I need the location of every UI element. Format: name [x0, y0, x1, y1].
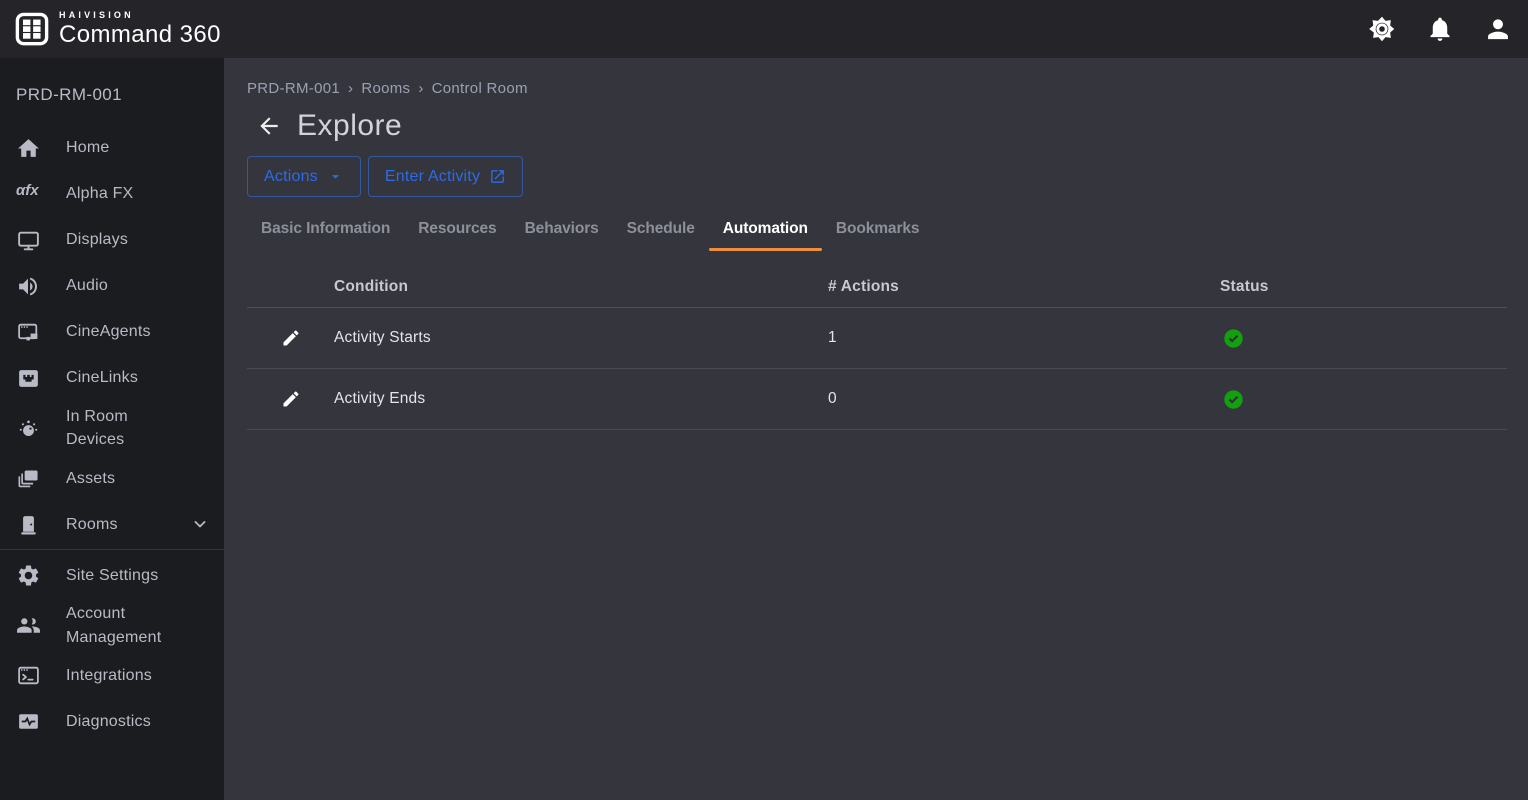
column-header-status: Status	[1220, 267, 1507, 308]
settings-icon[interactable]	[1368, 15, 1396, 43]
sidebar-item-in-room-devices[interactable]: In Room Devices	[0, 401, 224, 455]
status-check-circle-icon	[1223, 389, 1244, 410]
account-management-icon	[16, 613, 41, 638]
cinelinks-icon	[16, 366, 41, 391]
sidebar-item-cinelinks[interactable]: CineLinks	[0, 355, 224, 401]
tab-behaviors[interactable]: Behaviors	[511, 214, 613, 251]
sidebar-item-label: Rooms	[66, 513, 118, 536]
column-header-actions: # Actions	[828, 267, 1220, 308]
sidebar-item-label: Home	[66, 136, 109, 159]
table-row-status-cell	[1220, 308, 1507, 369]
breadcrumb-separator: ›	[348, 80, 353, 97]
tab-resources[interactable]: Resources	[404, 214, 510, 251]
sidebar-item-label: CineLinks	[66, 366, 138, 389]
breadcrumb-item-control-room[interactable]: Control Room	[432, 80, 528, 97]
breadcrumb-separator: ›	[418, 80, 423, 97]
app-root: HAIVISION Command 360	[0, 0, 1528, 800]
sidebar-item-cineagents[interactable]: CineAgents	[0, 309, 224, 355]
integrations-terminal-icon	[16, 663, 41, 688]
cineagents-icon	[16, 320, 41, 345]
table-row-actions-count: 0	[828, 369, 1220, 430]
actions-button-label: Actions	[264, 168, 318, 186]
sidebar-item-alpha-fx[interactable]: αfx Alpha FX	[0, 171, 224, 217]
edit-pencil-icon[interactable]	[281, 328, 301, 348]
tab-bar: Basic Information Resources Behaviors Sc…	[247, 214, 1507, 251]
breadcrumb: PRD-RM-001 › Rooms › Control Room	[247, 80, 1507, 97]
in-room-devices-icon	[16, 416, 41, 441]
sidebar: PRD-RM-001 Home αfx Alpha FX	[0, 58, 224, 800]
sidebar-item-diagnostics[interactable]: Diagnostics	[0, 699, 224, 745]
haivision-logo-icon	[14, 11, 50, 47]
column-header-condition: Condition	[334, 267, 828, 308]
audio-icon	[16, 274, 41, 299]
tab-bookmarks[interactable]: Bookmarks	[822, 214, 934, 251]
enter-activity-button-label: Enter Activity	[385, 168, 480, 186]
automation-table: Condition # Actions Status Activity Star…	[247, 267, 1507, 430]
sidebar-item-label: Alpha FX	[66, 182, 133, 205]
main-content: PRD-RM-001 › Rooms › Control Room Explor…	[224, 58, 1528, 800]
brand[interactable]: HAIVISION Command 360	[14, 11, 221, 47]
sidebar-item-label: CineAgents	[66, 320, 151, 343]
edit-pencil-icon[interactable]	[281, 389, 301, 409]
sidebar-item-displays[interactable]: Displays	[0, 217, 224, 263]
diagnostics-icon	[16, 709, 41, 734]
chevron-down-icon[interactable]	[190, 514, 210, 534]
sidebar-item-integrations[interactable]: Integrations	[0, 653, 224, 699]
page-title: Explore	[297, 109, 402, 143]
sidebar-item-label: In Room Devices	[66, 405, 184, 451]
sidebar-item-label: Audio	[66, 274, 108, 297]
sidebar-item-assets[interactable]: Assets	[0, 455, 224, 501]
sidebar-item-site-settings[interactable]: Site Settings	[0, 552, 224, 598]
displays-icon	[16, 228, 41, 253]
table-row-status-cell	[1220, 369, 1507, 430]
sidebar-item-account-management[interactable]: Account Management	[0, 598, 224, 652]
home-icon	[16, 136, 41, 161]
sidebar-item-label: Diagnostics	[66, 710, 151, 733]
sidebar-secondary-nav: Site Settings Account Management	[0, 552, 224, 744]
back-button[interactable]	[256, 113, 282, 139]
account-icon[interactable]	[1484, 15, 1512, 43]
product-name: Command 360	[59, 23, 221, 47]
table-row-actions-count: 1	[828, 308, 1220, 369]
breadcrumb-item-rooms[interactable]: Rooms	[361, 80, 410, 97]
status-check-circle-icon	[1223, 328, 1244, 349]
table-row-condition: Activity Ends	[334, 369, 828, 430]
sidebar-item-audio[interactable]: Audio	[0, 263, 224, 309]
sidebar-item-label: Integrations	[66, 664, 152, 687]
sidebar-item-home[interactable]: Home	[0, 125, 224, 171]
table-row-edit-cell	[247, 308, 334, 369]
tab-basic-information[interactable]: Basic Information	[247, 214, 404, 251]
caret-down-icon	[327, 168, 344, 185]
table-row-edit-cell	[247, 369, 334, 430]
sidebar-item-label: Assets	[66, 467, 115, 490]
title-row: Explore	[256, 109, 1507, 143]
sidebar-divider	[0, 549, 224, 550]
top-header: HAIVISION Command 360	[0, 0, 1528, 58]
breadcrumb-item-room[interactable]: PRD-RM-001	[247, 80, 340, 97]
brand-text: HAIVISION Command 360	[59, 11, 221, 47]
actions-button[interactable]: Actions	[247, 156, 361, 197]
sidebar-item-label: Site Settings	[66, 564, 158, 587]
alpha-fx-icon: αfx	[16, 182, 41, 207]
rooms-icon	[16, 512, 41, 537]
table-row-condition: Activity Starts	[334, 308, 828, 369]
action-buttons-row: Actions Enter Activity	[247, 156, 1507, 197]
tab-schedule[interactable]: Schedule	[613, 214, 709, 251]
external-link-icon	[489, 168, 506, 185]
tab-automation[interactable]: Automation	[709, 214, 822, 251]
site-settings-gear-icon	[16, 563, 41, 588]
notifications-icon[interactable]	[1426, 15, 1454, 43]
header-actions	[1368, 15, 1512, 43]
sidebar-item-label: Account Management	[66, 602, 184, 648]
brand-name: HAIVISION	[59, 11, 221, 20]
enter-activity-button[interactable]: Enter Activity	[368, 156, 523, 197]
assets-icon	[16, 466, 41, 491]
sidebar-item-label: Displays	[66, 228, 128, 251]
sidebar-item-rooms[interactable]: Rooms	[0, 501, 224, 547]
sidebar-room-title: PRD-RM-001	[0, 58, 224, 125]
column-header-edit	[247, 267, 334, 308]
sidebar-primary-nav: Home αfx Alpha FX Displays	[0, 125, 224, 547]
